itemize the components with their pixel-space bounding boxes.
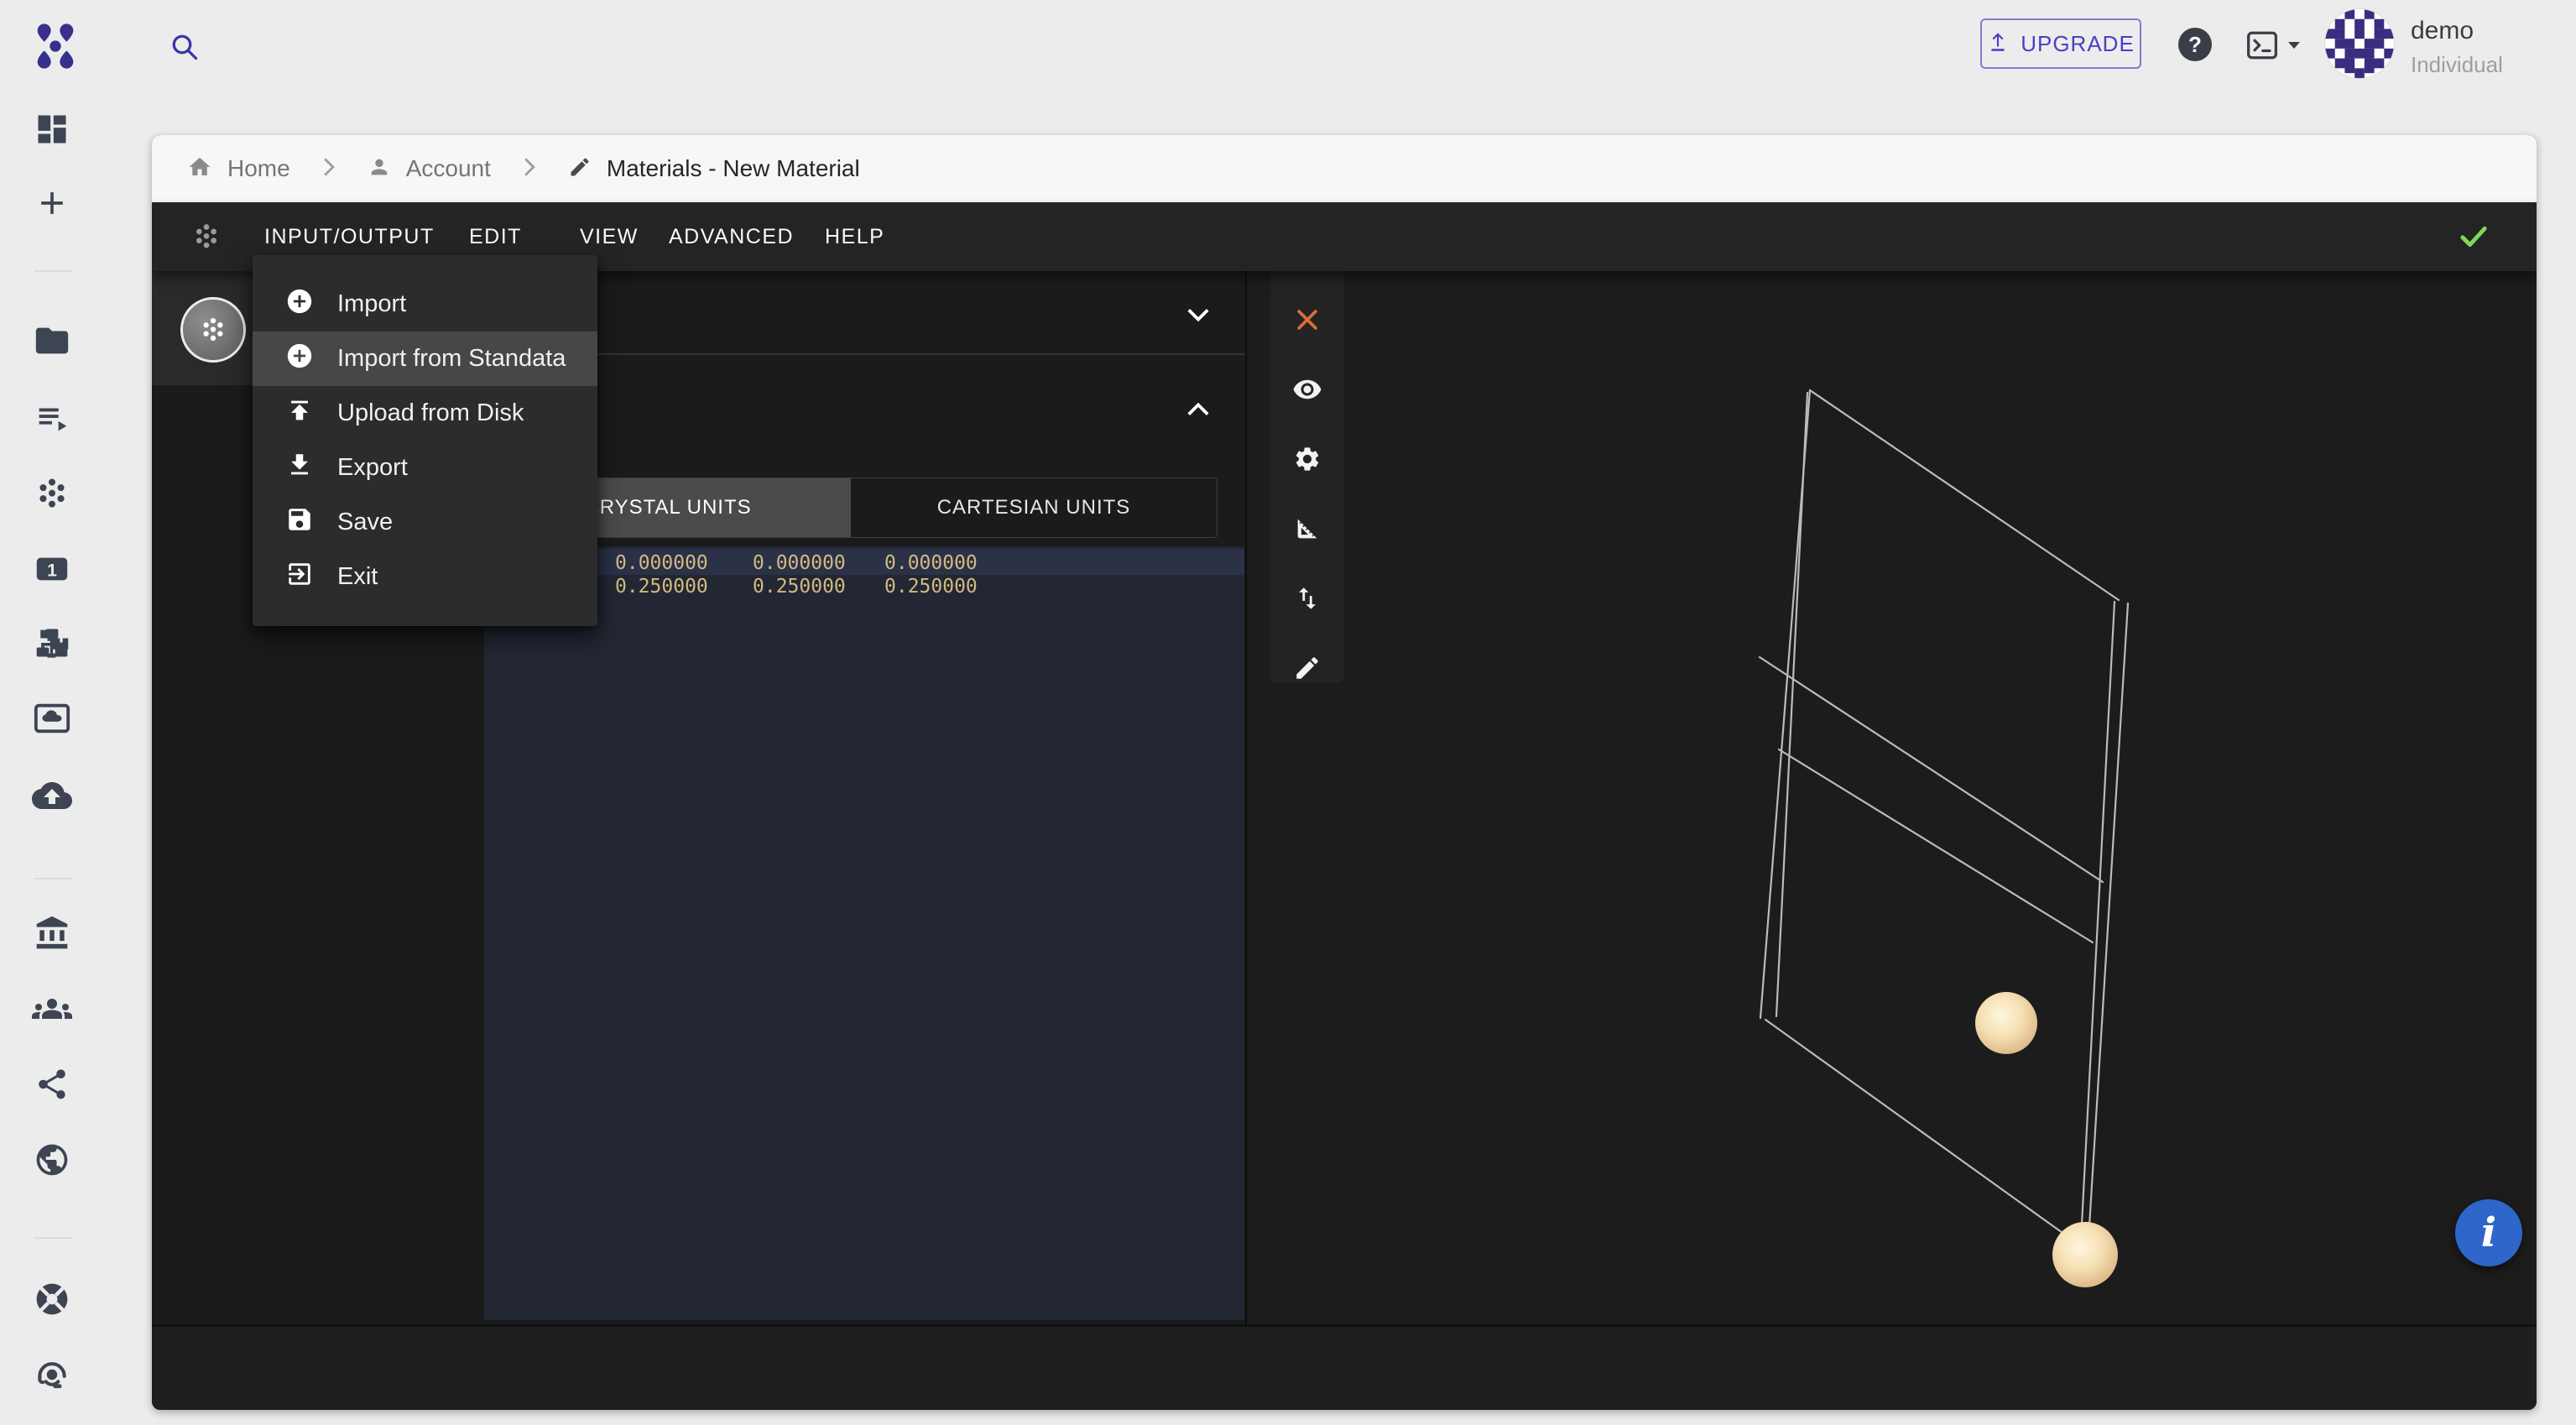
basis-coordinate: 0.000000 — [884, 552, 978, 574]
main-card: Home Account Materials - New Material IN… — [152, 135, 2537, 1410]
app-logo[interactable] — [29, 19, 82, 73]
menu-item-export[interactable]: Export — [253, 441, 597, 495]
editor-row: 0.250000 0.250000 0.250000 — [484, 574, 1244, 598]
sidebar-item-contact-agent[interactable] — [32, 1355, 72, 1395]
viewer-toolbar — [1270, 271, 1344, 683]
card-footer — [152, 1327, 2537, 1410]
download-icon — [285, 451, 314, 486]
info-label: i — [2481, 1209, 2496, 1256]
molecule-dots-icon[interactable] — [189, 221, 224, 258]
sidebar-item-media-cloud[interactable] — [32, 698, 72, 739]
terminal-icon — [2245, 30, 2279, 60]
save-icon — [285, 505, 314, 540]
sidebar-item-workflows[interactable] — [32, 623, 72, 663]
atom-sphere[interactable] — [2052, 1222, 2118, 1287]
menu-item-exit[interactable]: Exit — [253, 550, 597, 604]
sidebar-item-new[interactable] — [32, 183, 72, 223]
atom-sphere[interactable] — [1975, 992, 2037, 1054]
caret-down-icon — [2286, 39, 2302, 51]
gear-icon[interactable] — [1291, 444, 1323, 475]
basis-editor[interactable]: 0.000000 0.000000 0.000000 0.250000 0.25… — [484, 546, 1244, 1320]
sidebar-item-materials[interactable] — [32, 473, 72, 514]
breadcrumb-current: Materials - New Material — [607, 155, 860, 182]
breadcrumb-account[interactable]: Account — [406, 155, 491, 182]
basis-coordinate: 0.000000 — [753, 552, 846, 574]
help-button[interactable]: ? — [2178, 28, 2212, 61]
upgrade-button[interactable]: UPGRADE — [1980, 18, 2141, 69]
molecule-fab-button[interactable] — [180, 297, 246, 363]
swap-vert-icon[interactable] — [1291, 582, 1323, 613]
help-question-label: ? — [2188, 32, 2202, 58]
menu-item-import[interactable]: Import — [253, 277, 597, 331]
unit-cell-wireframe — [1247, 271, 2537, 1324]
person-icon — [368, 155, 391, 183]
sidebar-item-institution[interactable] — [32, 913, 72, 953]
basis-coordinate: 0.000000 — [615, 552, 708, 574]
check-icon[interactable] — [2456, 219, 2491, 258]
upgrade-label: UPGRADE — [2021, 31, 2135, 57]
menu-item-label: Upload from Disk — [337, 399, 524, 427]
menu-item-label: Export — [337, 454, 408, 482]
sidebar-item-share[interactable] — [32, 1064, 72, 1104]
basis-coordinate: 0.250000 — [753, 576, 846, 598]
upgrade-icon — [1987, 29, 2009, 59]
menu-item-import-from-standata[interactable]: Import from Standata — [253, 331, 597, 386]
sidebar-item-dashboard[interactable] — [32, 109, 72, 149]
menu-item-label: Import from Standata — [337, 345, 566, 373]
sidebar-item-teams[interactable] — [32, 989, 72, 1029]
sidebar-item-jobs[interactable] — [32, 398, 72, 438]
sidebar-item-projects[interactable] — [32, 321, 72, 361]
exit-icon — [285, 560, 314, 595]
upload-icon — [285, 396, 314, 431]
viewer-3d[interactable]: i — [1247, 271, 2537, 1324]
chevron-right-icon — [322, 157, 336, 181]
eye-icon[interactable] — [1291, 374, 1323, 405]
tab-cartesian-units[interactable]: CARTESIAN UNITS — [851, 478, 1217, 537]
menu-item-label: Exit — [337, 563, 378, 591]
sidebar-divider — [34, 1237, 72, 1239]
breadcrumb: Home Account Materials - New Material — [152, 135, 2537, 202]
info-button[interactable]: i — [2455, 1199, 2522, 1266]
user-name: demo — [2411, 17, 2474, 45]
chevron-up-icon[interactable] — [1186, 401, 1211, 422]
user-plan: Individual — [2411, 52, 2503, 78]
sidebar-item-web[interactable] — [32, 1140, 72, 1180]
menu-item-label: Import — [337, 290, 406, 318]
basis-coordinate: 0.250000 — [884, 576, 978, 598]
breadcrumb-home[interactable]: Home — [227, 155, 290, 182]
chevron-right-icon — [523, 157, 536, 181]
editor-row: 0.000000 0.000000 0.000000 — [484, 551, 1244, 574]
svg-text:1: 1 — [47, 561, 57, 580]
input-output-menu: Import Import from Standata Upload from … — [253, 255, 597, 626]
menu-view[interactable]: VIEW — [580, 225, 639, 249]
sidebar-item-entity-bank[interactable]: 1 — [32, 549, 72, 589]
ruler-icon[interactable] — [1291, 513, 1323, 544]
chevron-down-icon[interactable] — [1186, 306, 1211, 327]
menu-item-save[interactable]: Save — [253, 495, 597, 550]
sidebar-divider — [34, 878, 72, 880]
sidebar-item-support[interactable] — [32, 1279, 72, 1319]
panel-corner-highlight — [152, 271, 258, 385]
menu-input-output[interactable]: INPUT/OUTPUT — [264, 225, 435, 249]
menu-advanced[interactable]: ADVANCED — [669, 225, 794, 249]
add-circle-icon — [285, 287, 314, 322]
user-avatar[interactable] — [2325, 9, 2394, 78]
menu-item-upload-from-disk[interactable]: Upload from Disk — [253, 386, 597, 441]
console-menu-button[interactable] — [2245, 30, 2302, 60]
search-icon[interactable] — [169, 32, 200, 62]
menu-item-label: Save — [337, 509, 393, 536]
pencil-icon — [568, 155, 592, 183]
add-circle-icon — [285, 342, 314, 377]
basis-coordinate: 0.250000 — [615, 576, 708, 598]
menu-help[interactable]: HELP — [825, 225, 884, 249]
home-icon — [187, 154, 212, 184]
sidebar-divider — [34, 270, 72, 272]
close-icon[interactable] — [1291, 305, 1323, 336]
sidebar-item-cloud-upload[interactable] — [32, 775, 72, 816]
menu-edit[interactable]: EDIT — [469, 225, 522, 249]
pencil-icon[interactable] — [1291, 652, 1323, 683]
